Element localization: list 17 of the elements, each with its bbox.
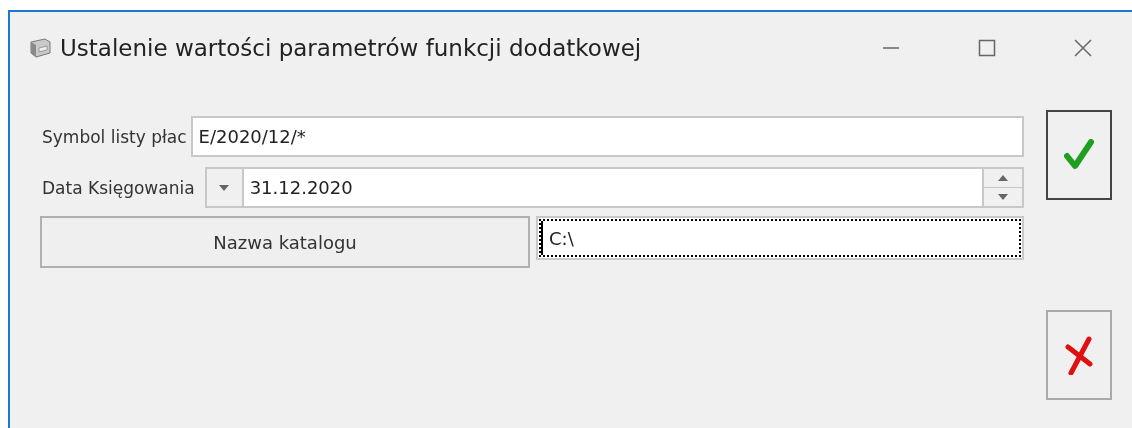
field-label: Symbol listy płac [41, 126, 188, 147]
printer-icon [28, 37, 52, 59]
cancel-button[interactable] [1046, 310, 1112, 400]
checkmark-icon [1064, 139, 1094, 171]
close-icon[interactable] [1074, 39, 1092, 57]
path-field[interactable]: C:\ [536, 216, 1024, 260]
window-title: Ustalenie wartości parametrów funkcji dodatkowej [60, 35, 642, 61]
cross-icon [1064, 335, 1094, 375]
field-label: Data Księgowania [41, 177, 196, 198]
maximize-icon[interactable] [978, 39, 996, 57]
up-arrow-icon [998, 175, 1008, 181]
down-arrow-icon [998, 194, 1008, 200]
ok-button[interactable] [1046, 110, 1112, 200]
caret-icon [219, 184, 230, 191]
browse-button[interactable]: Nazwa katalogu [40, 216, 530, 268]
date-field[interactable]: 31.12.2020 [243, 167, 982, 208]
input-field[interactable]: E/2020/12/* [190, 116, 1024, 157]
